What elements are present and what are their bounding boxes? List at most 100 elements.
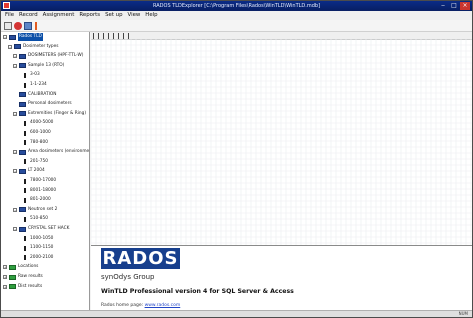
- menu-view[interactable]: View: [128, 11, 141, 20]
- folder-icon: [19, 53, 26, 59]
- title-bar[interactable]: RADOS TLDExplorer [C:\Program Files\Rado…: [1, 1, 472, 11]
- tree-item[interactable]: − Extremities (Finger & Ring): [13, 110, 86, 118]
- folder-icon: [19, 149, 26, 155]
- tree-item-label: Locations: [18, 264, 39, 270]
- expander-icon[interactable]: −: [13, 169, 17, 174]
- expander-icon[interactable]: +: [3, 265, 7, 270]
- tree-item[interactable]: 7800-17000: [18, 177, 56, 185]
- tree-item[interactable]: 4000-5000: [18, 119, 53, 127]
- tree-item[interactable]: − Area dosimeters (environmental): [13, 148, 89, 156]
- menu-record[interactable]: Record: [19, 11, 38, 20]
- close-icon[interactable]: ×: [460, 2, 470, 10]
- expander-icon[interactable]: −: [13, 63, 17, 68]
- expander-icon[interactable]: −: [13, 227, 17, 231]
- tree-item-label: Raw results: [18, 274, 43, 279]
- menu-setup[interactable]: Set up: [105, 11, 122, 20]
- tree-item[interactable]: Personal dosimeters: [13, 100, 72, 108]
- new-icon[interactable]: [4, 22, 12, 30]
- tree-item[interactable]: 780-800: [18, 139, 48, 147]
- tree-item[interactable]: 801-2000: [18, 196, 51, 204]
- dosimeter-icon: [24, 82, 28, 88]
- tree-item[interactable]: 3-03: [18, 71, 40, 79]
- folder-icon: [19, 207, 26, 213]
- tree-item-label: 2000-2100: [30, 254, 54, 260]
- tree-item[interactable]: 600-1000: [18, 129, 51, 137]
- tree-item[interactable]: 201-750: [18, 158, 48, 166]
- menu-help[interactable]: Help: [145, 11, 157, 20]
- expander-icon[interactable]: −: [13, 54, 17, 59]
- maximize-icon[interactable]: □: [449, 2, 459, 10]
- green-icon: [9, 284, 16, 290]
- tree-item[interactable]: − Dosimeter types: [8, 43, 59, 51]
- green-icon: [9, 274, 16, 280]
- pin-icon[interactable]: [35, 22, 41, 30]
- tree-item-label: Neutron set 2: [28, 206, 58, 212]
- tree-item[interactable]: 510-850: [18, 215, 48, 223]
- minimize-icon[interactable]: ‒: [438, 2, 448, 10]
- tree-item[interactable]: 8001-18000: [18, 187, 56, 195]
- tree-item[interactable]: − Rados TLD: [3, 33, 43, 41]
- dosimeter-icon: [24, 178, 28, 184]
- folder-icon: [19, 92, 26, 98]
- home-page-line: Rados home page: www.rados.com: [101, 303, 180, 309]
- folder-icon: [19, 168, 26, 174]
- dosimeter-icon: [24, 159, 28, 165]
- tree-item[interactable]: + Raw results: [3, 273, 43, 281]
- tree-item[interactable]: − Sample 13 (RTO): [13, 62, 64, 70]
- stop-icon[interactable]: [14, 22, 22, 30]
- company-name: synOdys Group: [101, 273, 155, 281]
- status-num: NUM: [458, 311, 468, 316]
- tree-item[interactable]: + Dist results: [3, 283, 42, 291]
- tree-item[interactable]: 1-1-234: [18, 81, 47, 89]
- expander-icon[interactable]: −: [8, 44, 12, 49]
- tree-item-label: Personal dosimeters: [28, 101, 72, 107]
- tree-item-label: Dist results: [18, 283, 43, 289]
- dosimeter-icon: [24, 120, 28, 126]
- tree-item-label: 780-800: [30, 139, 48, 145]
- expander-icon[interactable]: −: [13, 150, 17, 155]
- tree-item-label: 1100-1150: [30, 245, 54, 251]
- tree-item[interactable]: 2000-2100: [18, 254, 53, 262]
- expander-icon[interactable]: −: [3, 35, 7, 39]
- dosimeter-icon: [24, 255, 28, 261]
- rados-logo: RADOS: [101, 248, 180, 269]
- dosimeter-icon: [24, 188, 28, 194]
- application-window: RADOS TLDExplorer [C:\Program Files\Rado…: [0, 0, 473, 318]
- expander-icon[interactable]: +: [3, 284, 7, 289]
- tree-pane: − Rados TLD − Dosimeter types − DOSIMETERS (H…: [1, 32, 90, 312]
- tree-item[interactable]: + Locations: [3, 263, 38, 271]
- tree-item-label: 201-750: [30, 158, 48, 164]
- tree-item[interactable]: − DOSIMETERS (HPF-TTL-W): [13, 52, 83, 60]
- green-icon: [9, 264, 16, 270]
- menu-file[interactable]: File: [5, 11, 14, 20]
- tree-item[interactable]: − LT 2004: [13, 167, 45, 175]
- folder-icon: [9, 34, 16, 40]
- expander-icon[interactable]: −: [13, 111, 17, 116]
- menu-assignment[interactable]: Assignment: [43, 11, 75, 20]
- tree-item[interactable]: − CRYSTAL SET HACK: [13, 225, 69, 233]
- tree-item[interactable]: CALIBRATION: [13, 91, 56, 99]
- tree-item[interactable]: − Neutron set 2: [13, 206, 57, 214]
- home-page-link[interactable]: www.rados.com: [145, 303, 181, 308]
- menu-reports[interactable]: Reports: [79, 11, 100, 20]
- product-name: WinTLD Professional version 4 for SQL Se…: [101, 288, 294, 295]
- print-icon[interactable]: [24, 22, 32, 30]
- tree-item-label: CALIBRATION: [28, 91, 57, 97]
- folder-icon: [19, 226, 26, 232]
- tree-item-label: LT 2004: [28, 168, 45, 174]
- expander-icon[interactable]: −: [13, 207, 17, 212]
- expander-icon[interactable]: +: [3, 275, 7, 279]
- tree-item[interactable]: 1000-1050: [18, 235, 53, 243]
- folder-icon: [14, 44, 21, 50]
- tree-item[interactable]: 1100-1150: [18, 244, 53, 252]
